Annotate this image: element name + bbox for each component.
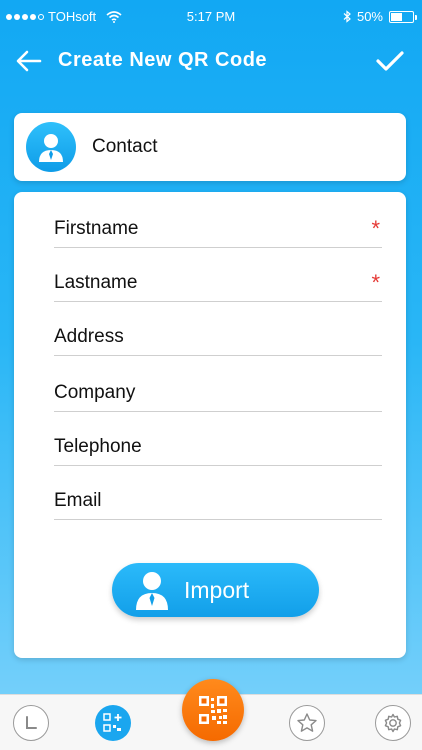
contact-form: * * Import	[14, 192, 406, 658]
create-qr-tab[interactable]	[95, 705, 131, 741]
import-button[interactable]: Import	[112, 563, 319, 617]
person-icon	[136, 572, 168, 610]
lastname-input[interactable]	[54, 258, 382, 301]
qr-create-icon	[103, 713, 122, 732]
firstname-field: *	[54, 204, 382, 248]
battery-percent: 50%	[356, 9, 383, 24]
person-icon	[39, 134, 63, 162]
gear-icon	[384, 713, 402, 733]
lastname-field: *	[54, 258, 382, 302]
scan-qr-button[interactable]	[182, 679, 244, 741]
company-field	[54, 368, 382, 412]
battery-level	[391, 12, 402, 21]
required-marker: *	[371, 270, 380, 295]
confirm-button[interactable]	[372, 44, 408, 78]
email-field	[54, 476, 382, 520]
qr-scan-icon	[199, 696, 227, 724]
address-input[interactable]	[54, 312, 382, 355]
history-tab[interactable]	[13, 705, 49, 741]
star-icon	[297, 713, 317, 732]
company-input[interactable]	[54, 368, 382, 411]
favorites-tab[interactable]	[289, 705, 325, 741]
battery-info: 50%	[343, 9, 417, 24]
address-field	[54, 312, 382, 356]
status-bar: TOHsoft 5:17 PM 50%	[0, 0, 422, 34]
back-button[interactable]	[12, 44, 46, 78]
qr-type-selector[interactable]: Contact	[14, 113, 406, 181]
import-label: Import	[184, 576, 250, 603]
firstname-input[interactable]	[54, 204, 382, 247]
history-clock-icon	[26, 716, 37, 729]
email-input[interactable]	[54, 476, 382, 519]
contact-type-icon	[26, 122, 76, 172]
battery-icon	[389, 10, 417, 23]
title-bar: Create New QR Code	[0, 34, 422, 90]
required-marker: *	[371, 216, 380, 241]
arrow-left-icon	[16, 50, 42, 72]
bluetooth-icon	[343, 10, 351, 23]
settings-tab[interactable]	[375, 705, 411, 741]
checkmark-icon	[376, 51, 404, 71]
telephone-field	[54, 422, 382, 466]
qr-type-label: Contact	[92, 136, 158, 157]
telephone-input[interactable]	[54, 422, 382, 465]
page-title: Create New QR Code	[58, 49, 268, 71]
